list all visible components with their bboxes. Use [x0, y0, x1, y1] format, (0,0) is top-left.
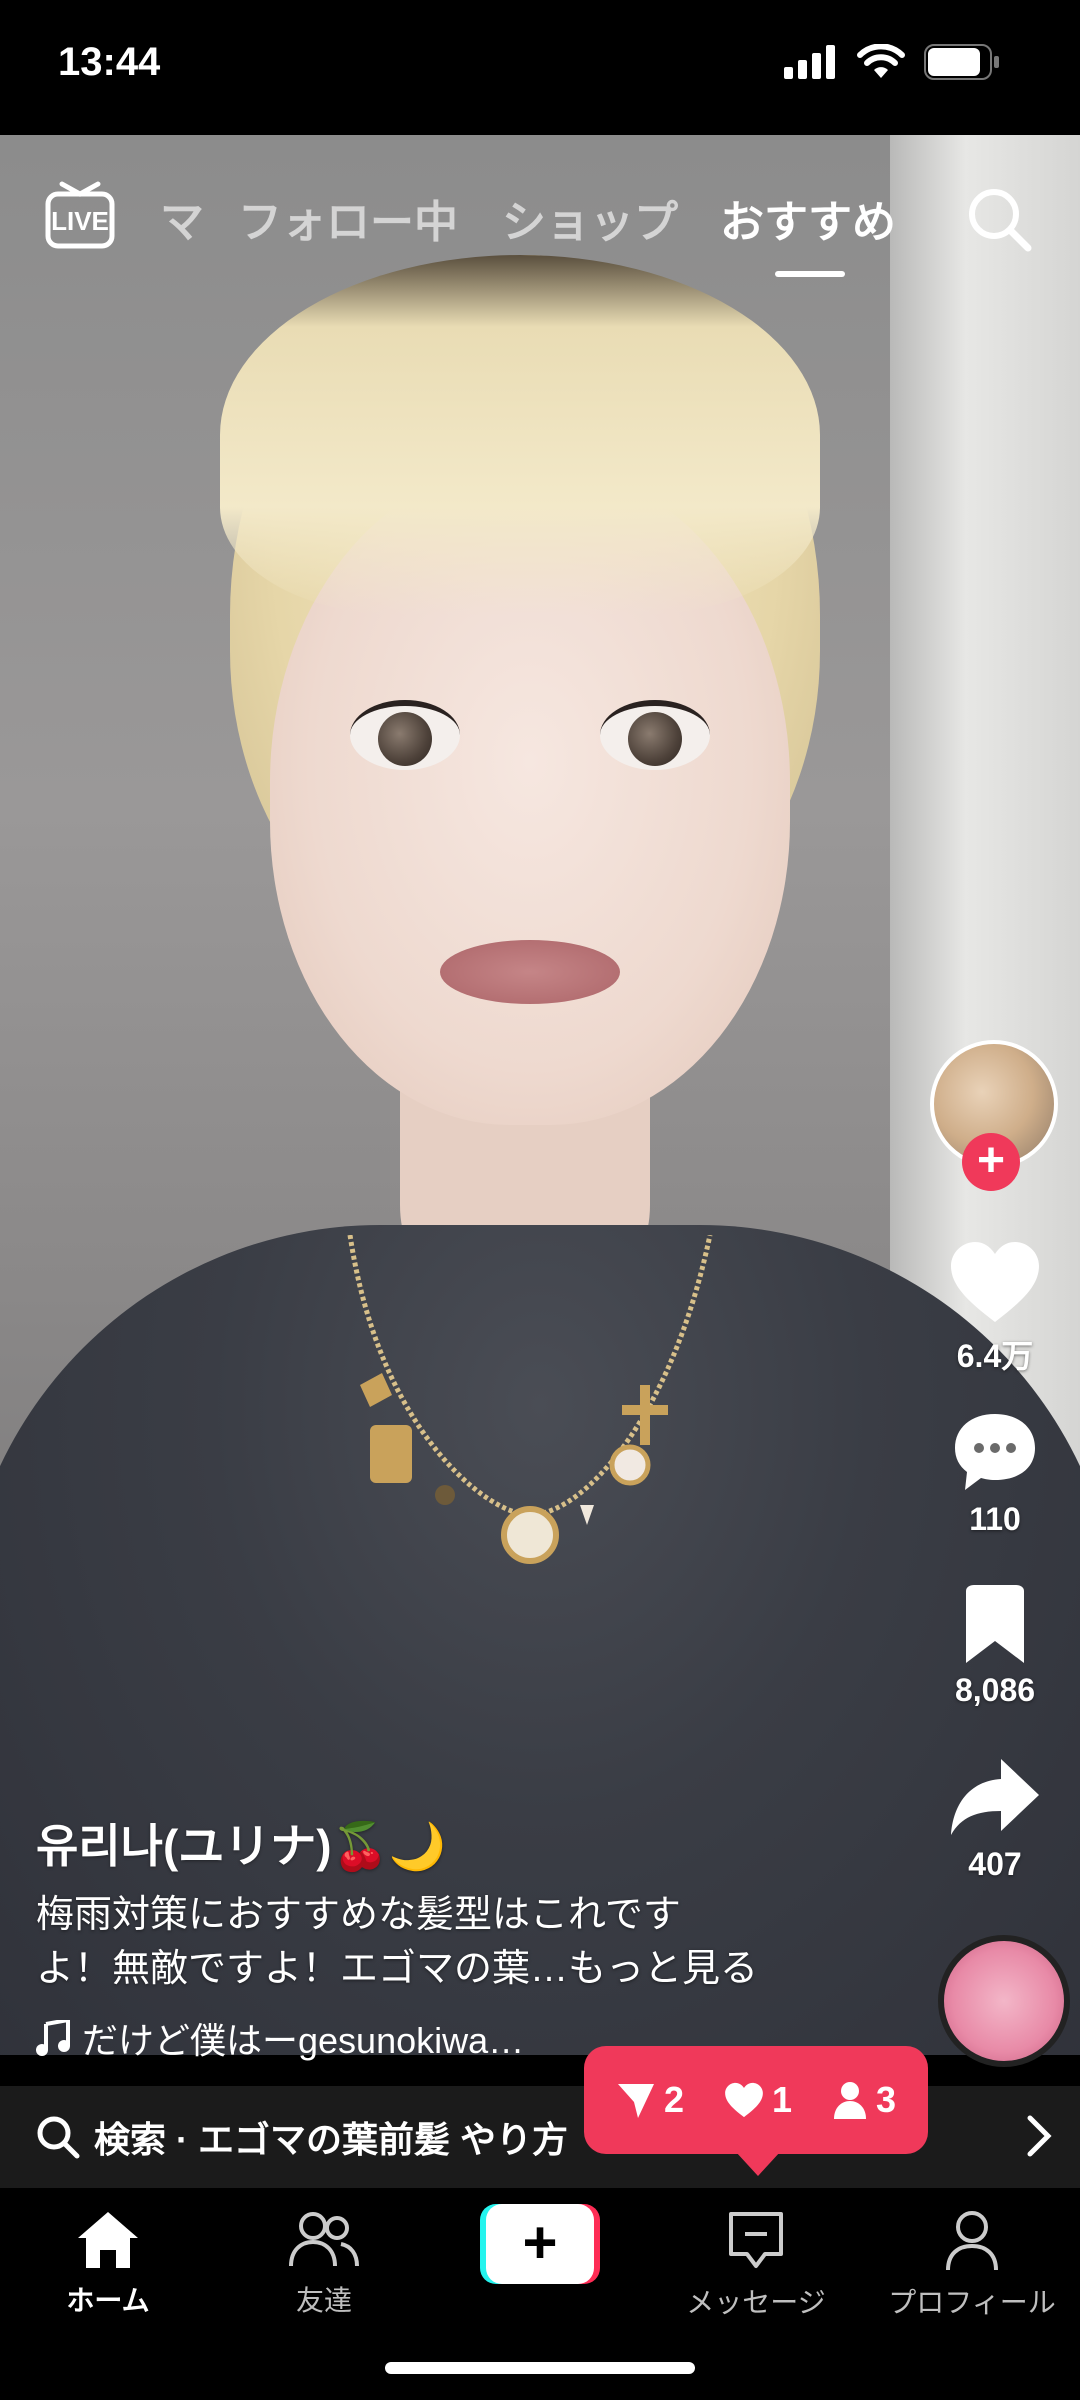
follow-button[interactable]: + — [962, 1133, 1020, 1191]
person-icon — [834, 2082, 867, 2119]
activity-notification-bubble[interactable]: 2 1 3 — [584, 2046, 928, 2176]
status-time: 13:44 — [58, 40, 161, 84]
share-notification-count: 2 — [663, 2079, 684, 2120]
tab-home-label: ホーム — [66, 2285, 150, 2316]
comment-count: 110 — [969, 1501, 1021, 1537]
like-button[interactable]: 6.4万 — [925, 1240, 1065, 1377]
tab-for-you[interactable]: おすすめ — [720, 186, 896, 250]
heart-icon — [725, 2082, 763, 2118]
bookmark-icon — [966, 1585, 1024, 1663]
tab-messages-label: メッセージ — [686, 2287, 826, 2318]
video-subject-lips — [440, 940, 620, 1004]
save-count: 8,086 — [954, 1672, 1036, 1708]
tab-messages[interactable]: メッセージ — [648, 2210, 864, 2321]
home-icon — [78, 2212, 138, 2268]
like-notification-count: 1 — [771, 2079, 793, 2120]
caption-line-2: よ！無敵ですよ！エゴマの葉…もっと見る — [36, 1948, 759, 1990]
like-notification: 1 — [724, 2079, 792, 2121]
wifi-icon — [857, 44, 905, 78]
necklace-graphic — [347, 1235, 713, 1564]
music-disc[interactable] — [938, 1935, 1070, 2067]
status-icons — [784, 44, 1000, 80]
post-caption[interactable]: 梅雨対策におすすめな髪型はこれです よ！無敵ですよ！エゴマの葉…もっと見る — [36, 1888, 896, 1996]
heart-icon — [951, 1242, 1039, 1322]
tab-profile[interactable]: プロフィール — [864, 2210, 1080, 2321]
share-notification: 2 — [616, 2079, 684, 2121]
profile-icon — [946, 2211, 998, 2271]
video-subject-eye-left — [350, 700, 460, 770]
comment-icon — [955, 1414, 1035, 1490]
post-info: 유리나(ユリナ)🍒🌙 梅雨対策におすすめな髪型はこれです よ！無敵ですよ！エゴマ… — [36, 1810, 896, 2064]
friends-icon — [289, 2212, 359, 2267]
search-icon[interactable] — [964, 184, 1034, 254]
tab-friends[interactable]: 友達 — [216, 2210, 432, 2319]
video-subject-bangs — [220, 255, 820, 615]
tab-profile-label: プロフィール — [888, 2287, 1056, 2318]
top-navigation: LIVE マ フォロー中 ショップ おすすめ — [0, 170, 1080, 280]
search-icon — [37, 2116, 80, 2159]
create-plus-icon: + — [486, 2204, 594, 2284]
battery-icon — [924, 44, 999, 80]
comment-button[interactable]: 110 — [925, 1410, 1065, 1538]
video-subject-eye-right — [600, 700, 710, 770]
tab-partial[interactable]: マ — [160, 186, 204, 250]
send-icon — [617, 2084, 654, 2118]
live-label: LIVE — [51, 206, 109, 236]
share-button[interactable]: 407 — [925, 1755, 1065, 1883]
music-note-icon — [36, 2020, 70, 2056]
tab-home[interactable]: ホーム — [0, 2210, 216, 2319]
caption-line-1: 梅雨対策におすすめな髪型はこれです — [36, 1894, 681, 1936]
follower-notification-count: 3 — [876, 2079, 897, 2120]
like-count: 6.4万 — [956, 1338, 1034, 1374]
tab-shop[interactable]: ショップ — [502, 186, 678, 250]
create-button[interactable]: + — [480, 2204, 600, 2284]
live-icon[interactable]: LIVE — [44, 178, 116, 250]
search-suggestion-text: 検索 · エゴマの葉前髪 やり方 — [94, 2119, 568, 2160]
follower-notification: 3 — [832, 2079, 896, 2121]
chevron-right-icon — [1027, 2115, 1052, 2157]
tab-following[interactable]: フォロー中 — [238, 186, 458, 250]
status-bar: 13:44 — [0, 0, 1080, 135]
tab-friends-label: 友達 — [295, 2285, 352, 2316]
active-tab-indicator — [775, 271, 845, 277]
save-button[interactable]: 8,086 — [925, 1585, 1065, 1709]
signal-icon — [784, 45, 835, 79]
creator-username[interactable]: 유리나(ユリナ)🍒🌙 — [36, 1810, 896, 1876]
inbox-icon — [729, 2212, 783, 2268]
video-player[interactable] — [0, 135, 1080, 2055]
home-indicator[interactable] — [385, 2362, 695, 2374]
share-count: 407 — [968, 1846, 1022, 1882]
music-title: だけど僕はーgesunokiwa… — [82, 2020, 525, 2061]
share-icon — [951, 1759, 1039, 1835]
